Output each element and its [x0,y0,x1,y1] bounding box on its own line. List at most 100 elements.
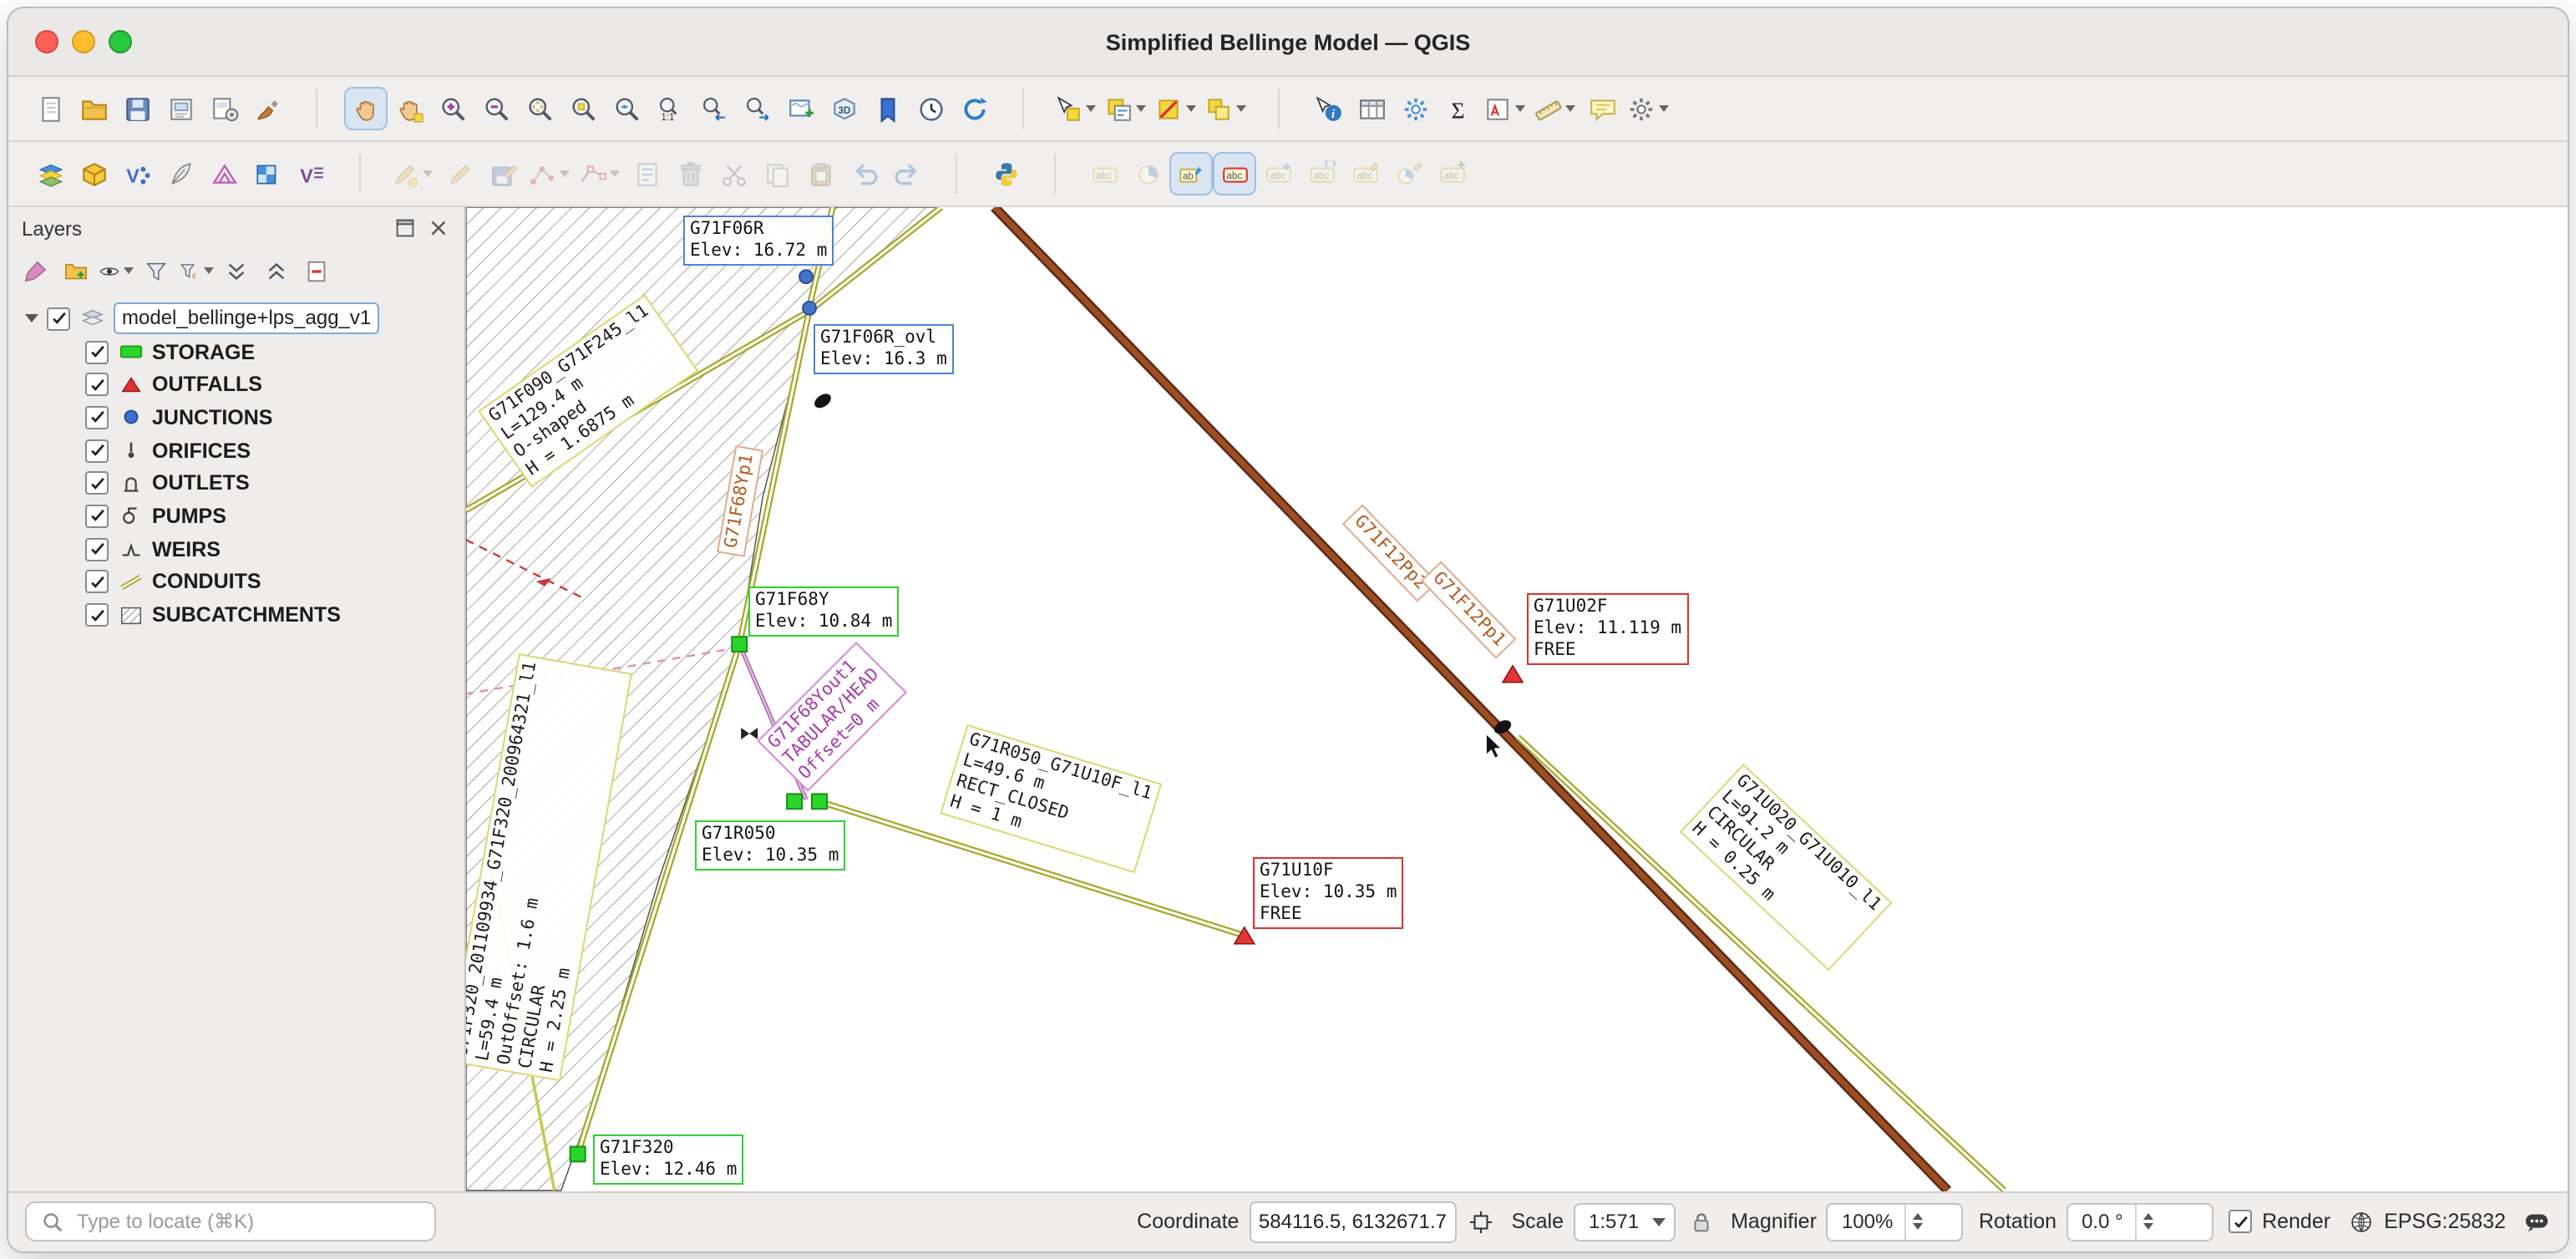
zoom-to-selection-button[interactable] [561,87,605,130]
group-checkbox[interactable] [47,307,70,331]
layer-checkbox[interactable] [85,373,109,397]
show-layout-manager-button[interactable] [202,87,246,130]
rotation-spinbox[interactable]: 0.0 ° [2066,1202,2214,1241]
zoom-in-button[interactable] [431,87,474,130]
pan-to-selection-button[interactable] [388,87,431,130]
layer-checkbox[interactable] [85,603,109,627]
new-geopackage-layer-button[interactable] [72,152,115,195]
close-window-button[interactable] [35,30,58,53]
project-open-button[interactable] [72,87,115,130]
layer-checkbox[interactable] [85,570,109,594]
python-console-button[interactable] [984,152,1027,195]
junctions-symbol-icon [117,404,144,431]
float-panel-button[interactable] [391,215,418,241]
zoom-last-button[interactable] [692,87,735,130]
layer-item-orifices[interactable]: ORIFICES [8,434,464,467]
modify-attributes-button [625,152,668,195]
zoom-out-button[interactable] [474,87,518,130]
layer-checkbox[interactable] [85,504,109,528]
project-save-button[interactable] [115,87,159,130]
add-mesh-layer-button[interactable] [202,152,246,195]
layer-item-junctions[interactable]: JUNCTIONS [8,401,464,434]
crs-group[interactable]: EPSG:25832 [2345,1206,2506,1236]
statistical-summary-button[interactable]: Σ [1437,87,1480,130]
new-vector-layer-button[interactable]: V [115,152,159,195]
add-raster-layer-button[interactable] [246,152,289,195]
show-spatial-bookmarks-button[interactable] [865,87,909,130]
layer-item-subcatchments[interactable]: SUBCATCHMENTS [8,598,464,631]
new-print-layout-button[interactable] [159,87,202,130]
qgis-application: Simplified Bellinge Model — QGIS 1:1 3D i Σ… [0,0,2576,1259]
coordinate-input[interactable] [1249,1201,1457,1242]
layer-checkbox[interactable] [85,471,109,495]
manage-map-themes-button[interactable] [99,253,134,288]
coordinate-group: Coordinate [1137,1201,1496,1242]
minimize-window-button[interactable] [72,30,95,53]
annotation-tools-button[interactable] [1480,87,1530,130]
layer-checkbox[interactable] [85,340,109,364]
refresh-map-button[interactable] [952,87,996,130]
extent-tracking-icon[interactable] [1466,1206,1496,1236]
open-data-source-manager-button[interactable] [28,152,72,195]
select-by-value-button[interactable] [1101,87,1151,130]
render-checkbox[interactable] [2229,1210,2253,1233]
add-virtual-layer-button[interactable]: V [289,152,332,195]
expand-collapse-icon[interactable] [25,314,38,323]
rotation-stepper[interactable] [2134,1204,2160,1239]
layer-checkbox[interactable] [85,537,109,561]
layer-checkbox[interactable] [85,439,109,463]
show-map-tips-button[interactable] [1580,87,1624,130]
fullscreen-window-button[interactable] [109,30,132,53]
layers-panel-header: Layers [8,207,464,249]
pin-labels-button[interactable]: ab [1169,152,1213,195]
select-all-features-button[interactable] [1201,87,1251,130]
zoom-to-layer-button[interactable] [605,87,648,130]
layer-item-outlets[interactable]: OUTLETS [8,467,464,500]
temporal-controller-button[interactable] [909,87,952,130]
zoom-native-resolution-button[interactable]: 1:1 [648,87,692,130]
toolbar-separator [1278,89,1280,129]
svg-text:ε: ε [192,270,196,280]
zoom-full-extent-button[interactable] [518,87,561,130]
locator-search[interactable] [25,1201,436,1241]
map-canvas[interactable]: G71F06R Elev: 16.72 m G71F06R_ovl Elev: 16.… [466,207,2568,1190]
filter-by-expression-button[interactable]: ε [179,253,214,288]
log-messages-icon[interactable] [2521,1206,2551,1236]
zoom-next-button[interactable] [735,87,778,130]
lock-scale-icon[interactable] [1686,1206,1716,1236]
new-3d-map-view-button[interactable]: 3D [822,87,865,130]
add-group-button[interactable] [58,253,94,288]
identify-features-button[interactable]: i [1306,87,1350,130]
scale-combo[interactable]: 1:571 [1574,1202,1676,1241]
layer-item-conduits[interactable]: CONDUITS [8,566,464,598]
collapse-all-button[interactable] [259,253,294,288]
group-name[interactable]: model_bellinge+lps_agg_v1 [114,302,380,335]
close-panel-button[interactable] [424,215,451,241]
new-map-view-button[interactable] [778,87,822,130]
select-features-button[interactable] [1051,87,1101,130]
highlight-pinned-labels-button[interactable]: abc [1213,152,1256,195]
locator-input[interactable] [74,1208,424,1235]
layer-item-weirs[interactable]: WEIRS [8,533,464,566]
layer-item-storage[interactable]: STORAGE [8,335,464,368]
magnifier-stepper[interactable] [1904,1204,1929,1239]
processing-toolbox-button[interactable] [1393,87,1437,130]
open-layer-styling-button[interactable] [18,253,53,288]
layer-checkbox[interactable] [85,405,109,429]
measure-button[interactable] [1530,87,1580,130]
style-manager-button[interactable] [246,87,289,130]
filter-legend-button[interactable] [139,253,174,288]
open-attribute-table-button[interactable] [1350,87,1393,130]
coordinate-label: Coordinate [1137,1210,1240,1233]
remove-layer-button[interactable] [299,253,334,288]
search-options-button[interactable] [1624,87,1674,130]
pan-map-button[interactable] [344,87,388,130]
magnifier-spinbox[interactable]: 100% [1826,1202,1964,1241]
layer-item-pumps[interactable]: PUMPS [8,500,464,532]
layer-group-row[interactable]: model_bellinge+lps_agg_v1 [8,302,464,335]
new-shapefile-layer-button[interactable] [159,152,202,195]
project-new-button[interactable] [28,87,72,130]
deselect-features-button[interactable] [1151,87,1201,130]
layer-item-outfalls[interactable]: OUTFALLS [8,368,464,401]
expand-all-button[interactable] [219,253,254,288]
